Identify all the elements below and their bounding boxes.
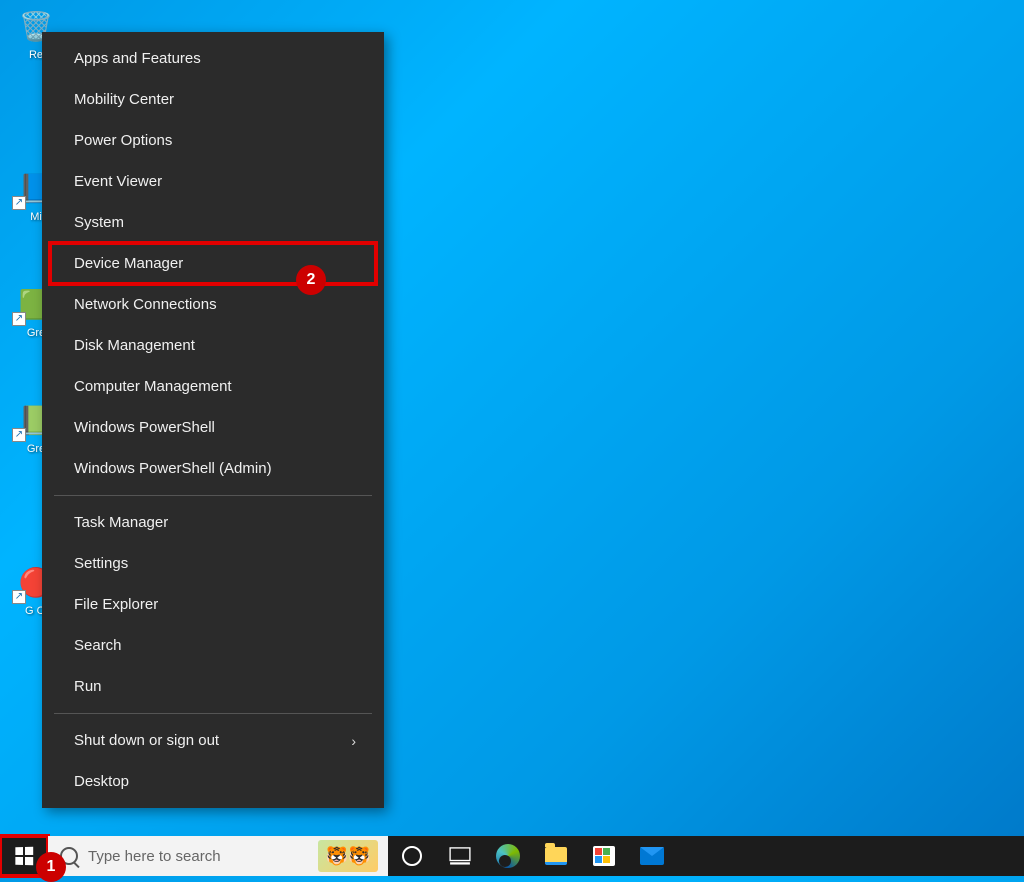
store-icon [593, 846, 615, 866]
taskbar: Type here to search 🐯🐯 [0, 836, 1024, 876]
desktop-icon-label: Mi [30, 211, 42, 224]
winx-item-label: Device Manager [74, 255, 183, 272]
task-view-button[interactable] [436, 836, 484, 876]
winx-item-network-connections[interactable]: Network Connections [42, 284, 384, 325]
edge-icon [496, 844, 520, 868]
winx-item-label: Desktop [74, 773, 129, 790]
shortcut-arrow-icon: ↗ [12, 428, 26, 442]
taskbar-store[interactable] [580, 836, 628, 876]
winx-item-label: Computer Management [74, 378, 232, 395]
menu-separator [54, 495, 372, 496]
shortcut-arrow-icon: ↗ [12, 590, 26, 604]
winx-item-computer-management[interactable]: Computer Management [42, 366, 384, 407]
windows-logo-icon [15, 847, 33, 866]
winx-item-label: Apps and Features [74, 50, 201, 67]
annotation-badge-1: 1 [36, 852, 66, 882]
winx-item-label: Power Options [74, 132, 172, 149]
taskbar-edge[interactable] [484, 836, 532, 876]
desktop-icon-label: Re [29, 49, 43, 62]
taskbar-mail[interactable] [628, 836, 676, 876]
menu-separator [54, 713, 372, 714]
desktop[interactable]: 🗑️ Re 📘 ↗ Mi 🟩 ↗ Gre 📗 ↗ Gre 🔴 ↗ G Cl Ap… [0, 0, 1024, 836]
winx-item-label: Search [74, 637, 122, 654]
cortana-button[interactable] [388, 836, 436, 876]
winx-item-shut-down-or-sign-out[interactable]: Shut down or sign out › [42, 720, 384, 761]
file-explorer-icon [545, 847, 567, 865]
winx-item-windows-powershell[interactable]: Windows PowerShell [42, 407, 384, 448]
power-user-menu: Apps and Features Mobility Center Power Op… [42, 32, 384, 808]
search-placeholder-text: Type here to search [88, 848, 221, 865]
winx-item-desktop[interactable]: Desktop [42, 761, 384, 802]
winx-item-label: Windows PowerShell (Admin) [74, 460, 272, 477]
taskbar-file-explorer[interactable] [532, 836, 580, 876]
winx-item-power-options[interactable]: Power Options [42, 120, 384, 161]
winx-item-file-explorer[interactable]: File Explorer [42, 584, 384, 625]
chevron-right-icon: › [351, 733, 356, 749]
winx-item-label: Mobility Center [74, 91, 174, 108]
winx-item-label: Network Connections [74, 296, 217, 313]
winx-item-label: Settings [74, 555, 128, 572]
winx-item-label: Windows PowerShell [74, 419, 215, 436]
winx-item-search[interactable]: Search [42, 625, 384, 666]
winx-item-label: Disk Management [74, 337, 195, 354]
winx-item-label: Event Viewer [74, 173, 162, 190]
winx-item-apps-and-features[interactable]: Apps and Features [42, 38, 384, 79]
shortcut-arrow-icon: ↗ [12, 196, 26, 210]
winx-item-task-manager[interactable]: Task Manager [42, 502, 384, 543]
winx-item-label: Shut down or sign out [74, 732, 219, 749]
shortcut-arrow-icon: ↗ [12, 312, 26, 326]
cortana-icon [402, 846, 422, 866]
winx-item-windows-powershell-admin-[interactable]: Windows PowerShell (Admin) [42, 448, 384, 489]
winx-item-event-viewer[interactable]: Event Viewer [42, 161, 384, 202]
mail-icon [640, 847, 664, 865]
winx-item-label: Task Manager [74, 514, 168, 531]
task-view-icon [449, 847, 471, 865]
annotation-badge-2: 2 [296, 265, 326, 295]
winx-item-mobility-center[interactable]: Mobility Center [42, 79, 384, 120]
search-highlights-image: 🐯🐯 [318, 840, 378, 872]
winx-item-label: System [74, 214, 124, 231]
winx-item-system[interactable]: System [42, 202, 384, 243]
winx-item-run[interactable]: Run [42, 666, 384, 707]
winx-item-device-manager[interactable]: Device Manager [50, 243, 376, 284]
winx-item-settings[interactable]: Settings [42, 543, 384, 584]
winx-item-label: Run [74, 678, 102, 695]
taskbar-search-box[interactable]: Type here to search 🐯🐯 [48, 836, 388, 876]
winx-item-label: File Explorer [74, 596, 158, 613]
winx-item-disk-management[interactable]: Disk Management [42, 325, 384, 366]
